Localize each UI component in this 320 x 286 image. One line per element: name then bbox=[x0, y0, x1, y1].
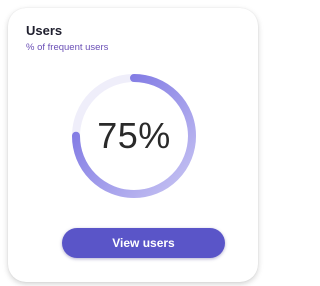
card-title: Users bbox=[26, 23, 63, 38]
card-subtitle: % of frequent users bbox=[26, 42, 109, 53]
gauge-value: 75% bbox=[97, 115, 171, 156]
view-users-button[interactable]: View users bbox=[62, 228, 225, 258]
users-card: Users % of frequent users 75% View users bbox=[8, 8, 258, 282]
frequent-users-gauge: 75% bbox=[68, 70, 200, 202]
